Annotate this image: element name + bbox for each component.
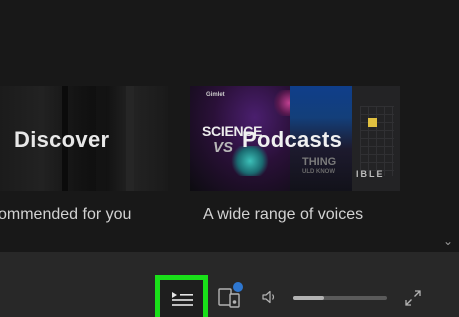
discover-subtitle: commended for you — [0, 206, 132, 223]
podcast-ible-text: IBLE — [356, 169, 385, 179]
podcast-brand-text: Gimlet — [206, 92, 225, 98]
podcast-vs-text: VS — [213, 139, 234, 156]
podcast-art-grid — [360, 106, 394, 176]
queue-button[interactable] — [160, 280, 203, 317]
podcasts-subtitle: A wide range of voices — [203, 206, 364, 223]
podcast-thing-text: THING — [302, 156, 337, 168]
discover-title: Discover — [14, 127, 110, 152]
browse-area: Discover Gimlet SCIENCE VS THING ULD KNO… — [0, 0, 459, 252]
card-art-stripe — [126, 86, 134, 191]
podcast-know-text: ULD KNOW — [302, 169, 335, 175]
volume-level-fill — [293, 296, 325, 300]
fullscreen-icon[interactable] — [405, 290, 421, 306]
volume-slider[interactable] — [293, 296, 387, 300]
podcasts-card[interactable]: Gimlet SCIENCE VS THING ULD KNOW IBLE Po… — [190, 86, 400, 191]
discover-card[interactable]: Discover — [0, 86, 168, 191]
volume-icon[interactable] — [262, 290, 278, 304]
podcasts-title: Podcasts — [242, 127, 343, 152]
podcast-art-square — [368, 118, 377, 127]
chevron-down-icon[interactable]: ⌄ — [443, 234, 453, 248]
queue-icon — [171, 291, 193, 306]
device-status-badge — [233, 282, 243, 292]
